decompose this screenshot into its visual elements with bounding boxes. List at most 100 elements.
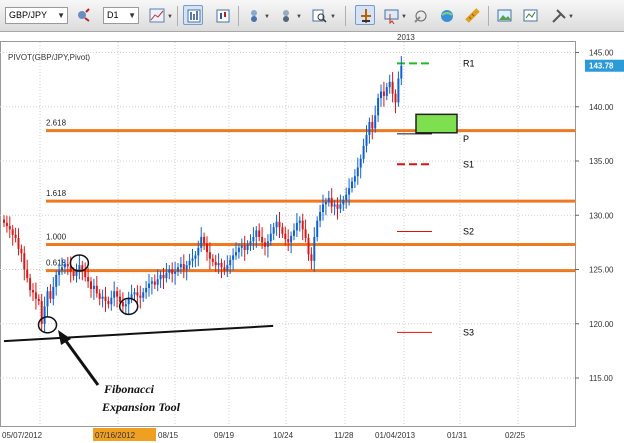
candle-body <box>116 291 119 297</box>
pivot-label: S1 <box>463 159 474 169</box>
candle-body <box>322 204 324 212</box>
candle-body <box>249 241 252 245</box>
globe-icon <box>441 10 453 22</box>
template-button[interactable] <box>520 5 540 25</box>
screenshot-button[interactable] <box>410 5 430 25</box>
candle-body <box>113 291 116 298</box>
candle-body <box>20 248 23 254</box>
candle-body <box>197 247 200 256</box>
fib-label: 0.618 <box>46 259 67 268</box>
ruler-button[interactable] <box>462 5 482 25</box>
chevron-down-icon[interactable]: ▼ <box>167 14 173 20</box>
candle-body <box>101 296 104 299</box>
x-tick-label: 02/25 <box>505 431 526 440</box>
candle-body <box>232 255 235 260</box>
candle-body <box>365 134 368 146</box>
chevron-down-icon[interactable]: ▼ <box>568 14 574 20</box>
candle-body <box>162 274 165 279</box>
candle-body <box>388 81 391 88</box>
candle-body <box>171 269 174 274</box>
indicators-button[interactable] <box>244 5 264 25</box>
indicators-icon <box>251 10 257 22</box>
candle-body <box>87 277 90 282</box>
candle-body <box>200 236 203 248</box>
candle-body <box>191 258 194 261</box>
x-tick-label: 01/31 <box>447 431 468 440</box>
candle-body <box>333 204 336 207</box>
candle-body <box>46 291 49 307</box>
candle-body <box>391 81 394 94</box>
x-tick-label: 07/16/2012 <box>95 431 136 440</box>
cursor-button[interactable] <box>381 5 401 25</box>
candle-body <box>310 254 313 261</box>
pivot-label: S2 <box>463 227 474 237</box>
chevron-down-icon[interactable]: ▼ <box>330 14 336 20</box>
candle-body <box>258 230 261 237</box>
candle-body <box>342 200 345 205</box>
objects-icon <box>283 10 289 22</box>
candle-body <box>220 262 223 268</box>
candle-body <box>351 181 353 189</box>
candle-body <box>304 229 307 239</box>
candle-body <box>264 242 266 247</box>
price-chart[interactable]: 2.6181.6181.0000.618 R2R1PS1S2S3 Fibonac… <box>0 32 624 443</box>
crosshair-icon <box>361 9 371 23</box>
edit-symbol-button[interactable] <box>73 5 93 25</box>
candle-body <box>307 238 310 255</box>
zoom-button[interactable] <box>309 5 329 25</box>
fib-label: 1.618 <box>46 189 67 198</box>
candle-body <box>34 292 37 299</box>
candle-body <box>272 227 275 234</box>
candle-body <box>127 298 130 305</box>
bar-chart-button[interactable] <box>183 5 203 25</box>
objects-button[interactable] <box>276 5 296 25</box>
symbol-value: GBP/JPY <box>9 10 48 20</box>
crosshair-button[interactable] <box>355 5 375 25</box>
candlestick-button[interactable] <box>212 5 232 25</box>
tools-icon <box>552 9 566 23</box>
chevron-down-icon[interactable]: ▼ <box>264 14 270 20</box>
candle-body <box>188 260 191 266</box>
candle-body <box>5 222 8 227</box>
candle-body <box>319 211 322 221</box>
chevron-down-icon[interactable]: ▼ <box>401 14 407 20</box>
candle-body <box>255 230 258 237</box>
candle-body <box>49 291 52 299</box>
candle-body <box>397 78 400 103</box>
candle-body <box>23 253 26 270</box>
candle-body <box>356 167 359 177</box>
candle-body <box>287 239 290 243</box>
tools-button[interactable] <box>548 5 568 25</box>
candle-body <box>156 279 159 285</box>
candle-body <box>17 238 20 249</box>
candle-body <box>284 233 287 240</box>
candle-body <box>107 300 110 305</box>
candle-body <box>301 220 304 230</box>
candle-body <box>174 271 177 274</box>
timeframe-select[interactable]: D1 ▼ <box>103 7 139 24</box>
globe-button[interactable] <box>436 5 456 25</box>
candle-body <box>95 285 98 294</box>
separator <box>238 6 239 26</box>
picture-button[interactable] <box>494 5 514 25</box>
candle-body <box>313 236 316 261</box>
candle-body <box>353 176 356 182</box>
candle-body <box>359 158 362 168</box>
candle-body <box>110 297 113 305</box>
candle-body <box>275 221 278 228</box>
candle-body <box>63 264 66 268</box>
candle-body <box>223 267 226 271</box>
candle-body <box>243 245 246 250</box>
candle-body <box>92 285 95 290</box>
chevron-down-icon[interactable]: ▼ <box>296 14 302 20</box>
chart-type-button[interactable] <box>146 5 166 25</box>
candle-body <box>226 265 229 271</box>
candle-body <box>400 65 403 79</box>
y-tick-label: 135.00 <box>589 157 614 166</box>
chevron-down-icon: ▼ <box>57 11 65 20</box>
symbol-select[interactable]: GBP/JPY ▼ <box>5 7 68 24</box>
candle-body <box>214 261 217 266</box>
y-tick-label: 130.00 <box>589 211 614 220</box>
y-tick-label: 125.00 <box>589 266 614 275</box>
timeframe-value: D1 <box>107 10 119 20</box>
